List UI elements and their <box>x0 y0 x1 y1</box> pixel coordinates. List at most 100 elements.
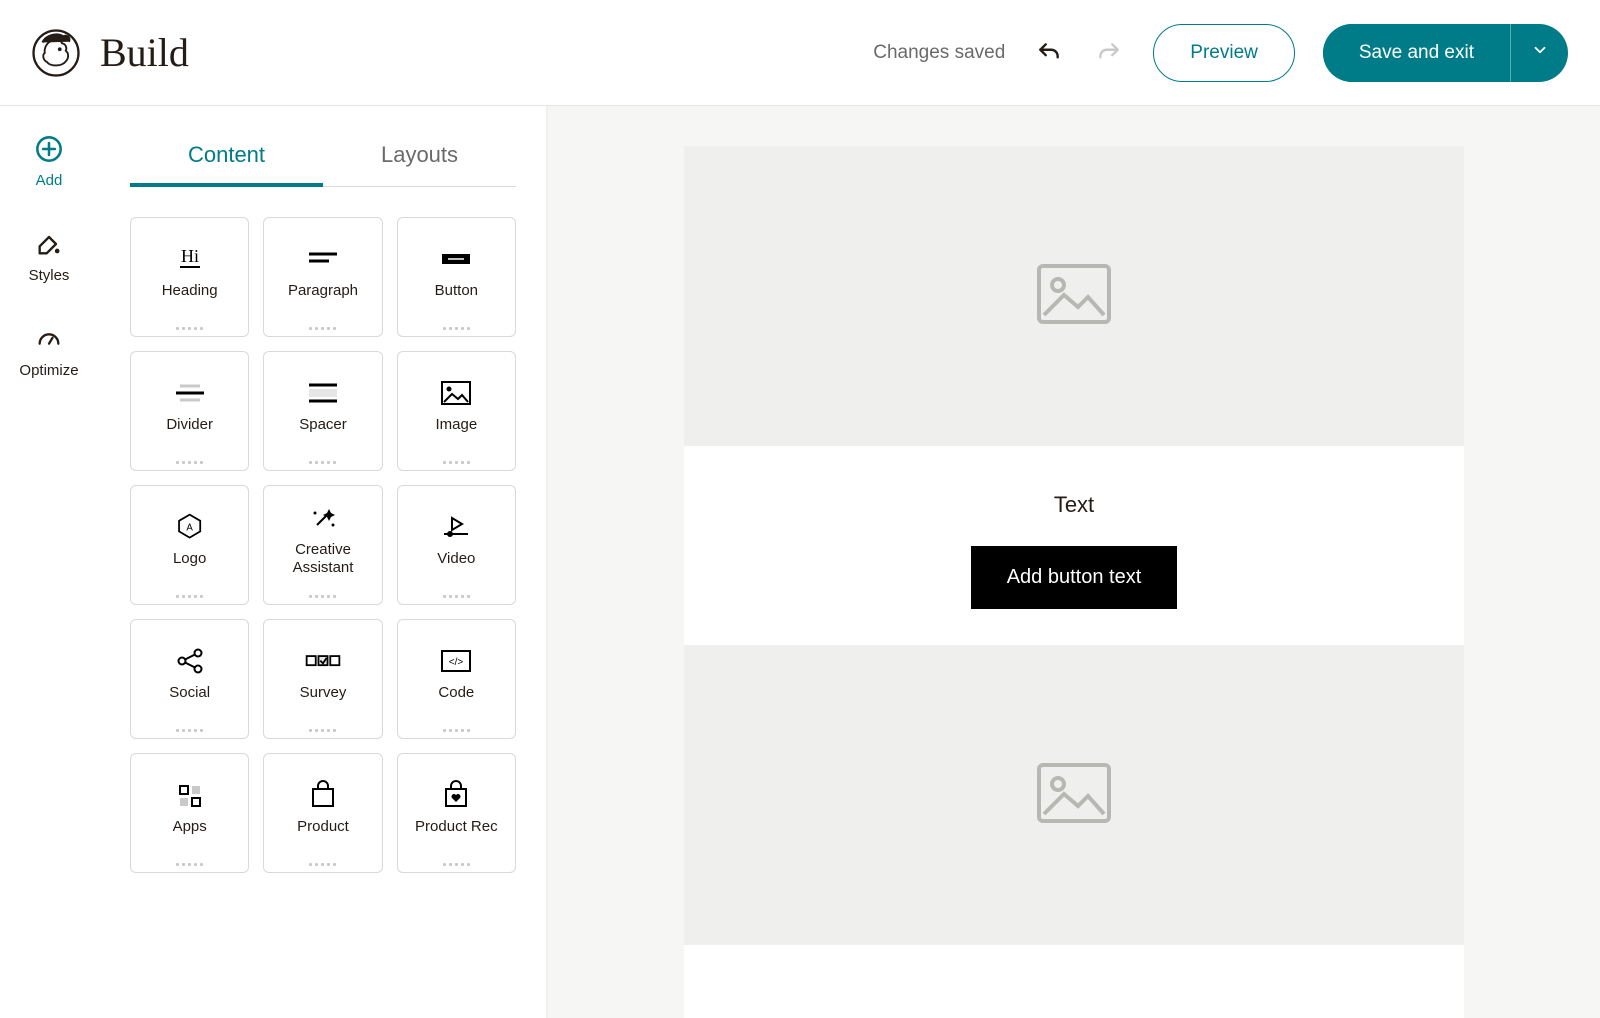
code-icon: </> <box>436 646 476 676</box>
block-label: Paragraph <box>288 282 358 300</box>
bag-heart-icon <box>436 780 476 810</box>
paragraph-icon <box>303 244 343 274</box>
nav-add[interactable]: Add <box>0 134 98 189</box>
block-social[interactable]: Social <box>130 619 249 739</box>
save-and-exit-button[interactable]: Save and exit <box>1323 24 1510 82</box>
share-icon <box>170 646 210 676</box>
undo-button[interactable] <box>1033 37 1065 69</box>
app-body: Add Styles Optimize Content Layouts Hi <box>0 106 1600 1018</box>
block-label: Spacer <box>299 416 347 434</box>
block-label: Heading <box>162 282 218 300</box>
nav-label: Add <box>36 172 63 189</box>
block-logo[interactable]: A Logo <box>130 485 249 605</box>
block-label: Button <box>435 282 478 300</box>
spacer-icon <box>303 378 343 408</box>
grip-icon <box>176 461 203 464</box>
video-icon <box>436 512 476 542</box>
tab-content[interactable]: Content <box>130 124 323 186</box>
nav-label: Styles <box>29 267 70 284</box>
sparkle-wand-icon <box>303 503 343 533</box>
save-dropdown-button[interactable] <box>1510 24 1568 82</box>
header-actions: Changes saved Preview Save and exit <box>873 24 1568 82</box>
block-apps[interactable]: Apps <box>130 753 249 873</box>
grip-icon <box>309 729 336 732</box>
save-status: Changes saved <box>873 42 1005 64</box>
svg-text:</>: </> <box>449 657 464 668</box>
tab-layouts[interactable]: Layouts <box>323 124 516 186</box>
block-image[interactable]: Image <box>397 351 516 471</box>
brand: Build <box>32 29 189 77</box>
grip-icon <box>309 461 336 464</box>
block-heading[interactable]: Hi Heading <box>130 217 249 337</box>
grip-icon <box>176 327 203 330</box>
block-paragraph[interactable]: Paragraph <box>263 217 382 337</box>
gauge-icon <box>34 324 64 354</box>
text-block[interactable]: Text <box>1054 446 1094 546</box>
page-title: Build <box>100 29 189 76</box>
block-label: Social <box>169 684 210 702</box>
block-code[interactable]: </> Code <box>397 619 516 739</box>
image-placeholder[interactable] <box>684 645 1464 945</box>
panel-tabs: Content Layouts <box>130 124 516 187</box>
save-group: Save and exit <box>1323 24 1568 82</box>
grip-icon <box>309 327 336 330</box>
chevron-down-icon <box>1531 41 1549 64</box>
image-icon <box>436 378 476 408</box>
grip-icon <box>176 863 203 866</box>
block-label: Code <box>438 684 474 702</box>
block-label: Logo <box>173 550 206 568</box>
block-product-rec[interactable]: Product Rec <box>397 753 516 873</box>
apps-icon <box>170 780 210 810</box>
heading-icon: Hi <box>170 244 210 274</box>
block-button[interactable]: Button <box>397 217 516 337</box>
bag-icon <box>303 780 343 810</box>
grip-icon <box>443 461 470 464</box>
mailchimp-logo-icon <box>32 29 80 77</box>
preview-button[interactable]: Preview <box>1153 24 1295 82</box>
block-label: Creative Assistant <box>264 541 381 577</box>
block-survey[interactable]: Survey <box>263 619 382 739</box>
block-label: Survey <box>300 684 347 702</box>
paint-icon <box>34 229 64 259</box>
grip-icon <box>176 729 203 732</box>
grip-icon <box>309 863 336 866</box>
image-placeholder-icon <box>1036 762 1112 829</box>
grip-icon <box>443 595 470 598</box>
survey-icon <box>303 646 343 676</box>
block-label: Image <box>435 416 477 434</box>
block-video[interactable]: Video <box>397 485 516 605</box>
block-spacer[interactable]: Spacer <box>263 351 382 471</box>
tool-nav: Add Styles Optimize <box>0 106 98 1018</box>
blocks-panel: Content Layouts Hi Heading Paragraph <box>98 106 548 1018</box>
nav-optimize[interactable]: Optimize <box>0 324 98 379</box>
redo-button[interactable] <box>1093 37 1125 69</box>
svg-text:Hi: Hi <box>181 246 199 266</box>
block-label: Product Rec <box>415 818 498 836</box>
logo-icon: A <box>170 512 210 542</box>
editor-canvas-area[interactable]: Text Add button text <box>548 106 1600 1018</box>
image-placeholder-icon <box>1036 263 1112 330</box>
grip-icon <box>176 595 203 598</box>
grip-icon <box>443 863 470 866</box>
block-creative-assistant[interactable]: Creative Assistant <box>263 485 382 605</box>
grip-icon <box>443 729 470 732</box>
block-label: Divider <box>166 416 213 434</box>
nav-styles[interactable]: Styles <box>0 229 98 284</box>
image-placeholder[interactable] <box>684 146 1464 446</box>
email-canvas[interactable]: Text Add button text <box>684 146 1464 1018</box>
block-product[interactable]: Product <box>263 753 382 873</box>
content-blocks: Hi Heading Paragraph Button <box>130 187 516 873</box>
app-header: Build Changes saved Preview Save and exi… <box>0 0 1600 106</box>
svg-text:A: A <box>186 523 193 534</box>
block-label: Apps <box>173 818 207 836</box>
grip-icon <box>443 327 470 330</box>
plus-circle-icon <box>34 134 64 164</box>
block-label: Product <box>297 818 349 836</box>
block-divider[interactable]: Divider <box>130 351 249 471</box>
block-label: Video <box>437 550 475 568</box>
button-icon <box>436 244 476 274</box>
divider-icon <box>170 378 210 408</box>
cta-button[interactable]: Add button text <box>971 546 1178 609</box>
nav-label: Optimize <box>19 362 78 379</box>
grip-icon <box>309 595 336 598</box>
